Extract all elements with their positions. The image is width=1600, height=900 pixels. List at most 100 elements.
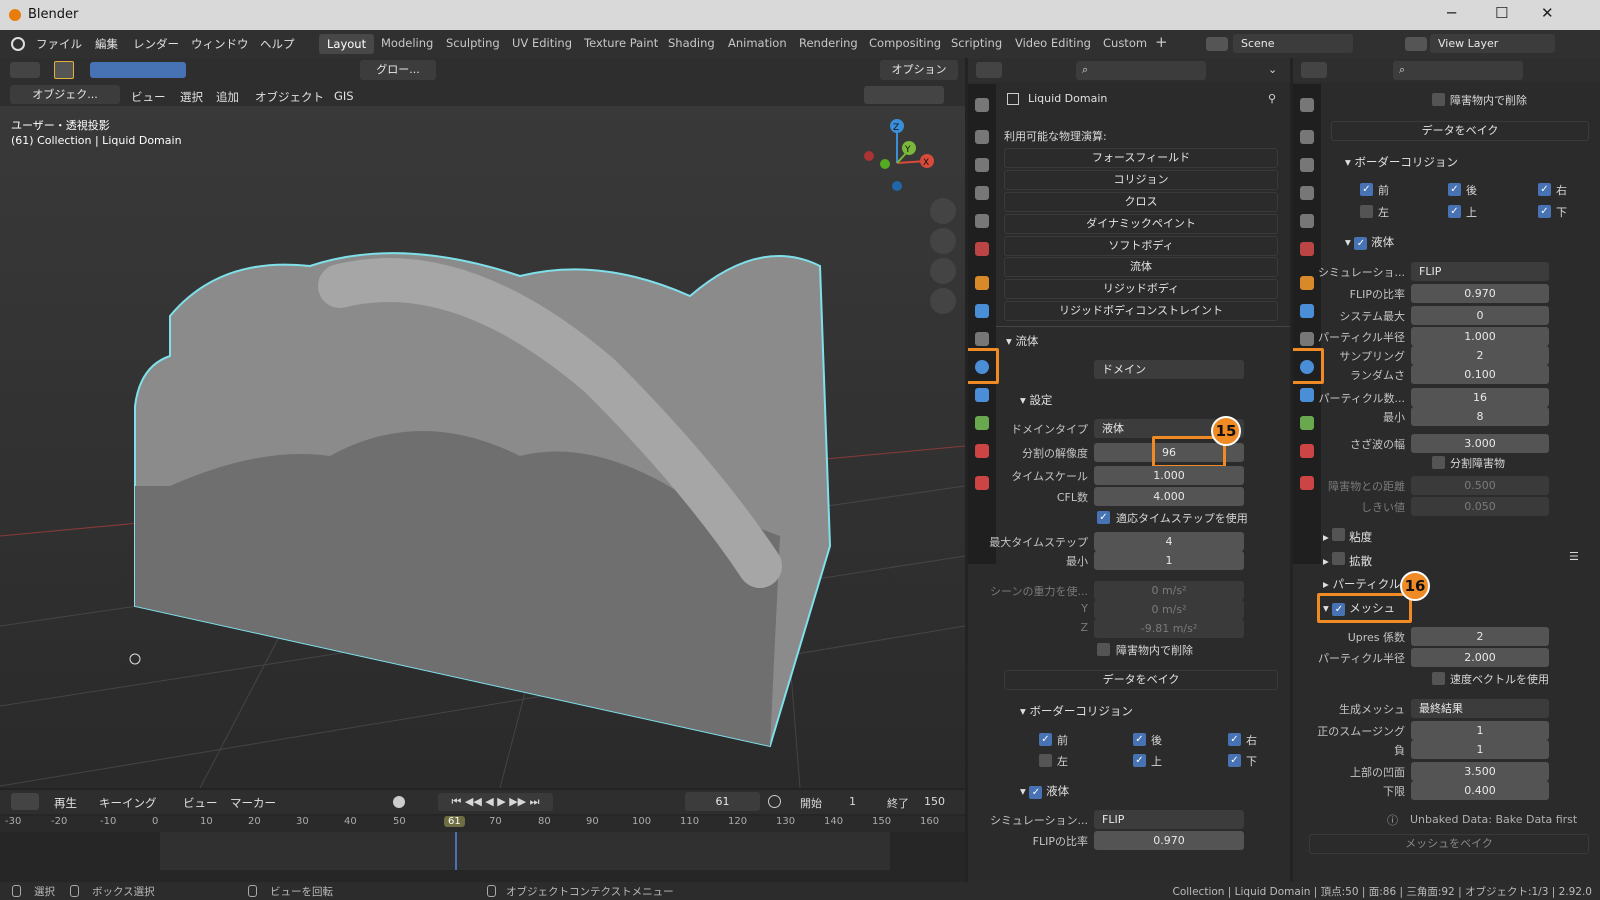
viscosity-subpanel[interactable]: ▸ 粘度 [1323,528,1372,545]
shading-mode-icons[interactable] [864,86,944,104]
object-tab-icon[interactable] [975,276,989,290]
current-frame-field[interactable]: 61 [685,792,760,811]
liquid-subpanel[interactable]: ▾ ✓ 液体 [1345,234,1394,250]
threshold-field[interactable]: 0.050 [1411,497,1549,516]
viewport-3d[interactable]: グロー... オプション オブジェク... ビュー 選択 追加 オブジェクト G… [0,58,965,788]
delete-in-obstacle-checkbox[interactable] [1432,93,1445,106]
settings-subpanel[interactable]: ▾ 設定 [1020,392,1052,408]
start-frame-value[interactable]: 1 [849,795,856,808]
border-back-checkbox[interactable]: ✓ [1448,183,1461,196]
particles-tab-icon[interactable] [975,332,989,346]
max-timestep-field[interactable]: 4 [1094,532,1244,551]
physics-force-field-button[interactable]: フォースフィールド [1004,148,1278,168]
smoothing-negative-field[interactable]: 1 [1411,740,1549,759]
tab-sculpting[interactable]: Sculpting [446,36,500,50]
simulation-method-dropdown[interactable]: FLIP [1411,262,1549,281]
border-left-checkbox[interactable] [1039,754,1052,767]
physics-collision-button[interactable]: コリジョン [1004,170,1278,190]
world-tab-icon[interactable] [975,242,989,256]
constraints-tab-icon[interactable] [975,388,989,402]
use-velocity-checkbox[interactable] [1432,672,1445,685]
physics-dynamic-paint-button[interactable]: ダイナミックペイント [1004,214,1278,234]
select-tool-icon[interactable] [54,61,74,79]
tool-tab-icon[interactable] [975,98,989,112]
border-front-checkbox[interactable]: ✓ [1360,183,1373,196]
view-layer-field[interactable]: View Layer [1430,34,1555,53]
output-tab-icon[interactable] [975,158,989,172]
mode-dropdown[interactable]: オブジェク... [10,85,120,104]
physics-fluid-button[interactable]: 流体 [1004,257,1278,277]
keying-menu[interactable]: キーイング [99,795,157,811]
liquid-subpanel[interactable]: ▾ ✓ 液体 [1020,783,1069,799]
viscosity-checkbox[interactable] [1332,528,1346,541]
border-bottom-checkbox[interactable]: ✓ [1228,754,1241,767]
marker-menu[interactable]: マーカー [230,795,276,811]
fractional-obstacles-checkbox[interactable] [1432,456,1445,469]
menu-view[interactable]: ビュー [131,89,166,105]
editor-type-icon[interactable] [1301,62,1327,78]
border-front-checkbox[interactable]: ✓ [1039,733,1052,746]
tab-layout[interactable]: Layout [319,34,375,54]
smoothing-positive-field[interactable]: 1 [1411,721,1549,740]
cfl-field[interactable]: 4.000 [1094,487,1244,506]
border-top-checkbox[interactable]: ✓ [1448,205,1461,218]
render-tab-icon[interactable] [975,130,989,144]
blender-menu-icon[interactable] [11,37,25,51]
narrow-band-field[interactable]: 3.000 [1411,434,1549,453]
concavity-upper-field[interactable]: 3.500 [1411,762,1549,781]
gravity-y-field[interactable]: 0 m/s² [1094,600,1244,619]
tab-custom[interactable]: Custom [1103,36,1147,50]
add-workspace-icon[interactable]: + [1155,33,1168,51]
time-scale-field[interactable]: 1.000 [1094,466,1244,485]
bake-mesh-button[interactable]: メッシュをベイク [1309,834,1589,854]
output-tab-icon[interactable] [1300,158,1314,172]
border-collision-subpanel[interactable]: ▾ ボーダーコリジョン [1020,703,1133,719]
clock-icon[interactable] [768,795,781,808]
world-tab-icon[interactable] [1300,242,1314,256]
type-dropdown[interactable]: ドメイン [1094,360,1244,379]
select-mode-icons[interactable] [90,62,186,78]
navigation-gizmo[interactable]: Z X Y [855,118,945,208]
liquid-checkbox[interactable]: ✓ [1029,786,1043,799]
tab-compositing[interactable]: Compositing [869,36,941,50]
tab-rendering[interactable]: Rendering [799,36,858,50]
scene-icon[interactable] [1206,37,1228,51]
tab-video-editing[interactable]: Video Editing [1015,36,1091,50]
tab-animation[interactable]: Animation [728,36,787,50]
search-input[interactable] [1393,61,1523,80]
mesh-particle-radius-field[interactable]: 2.000 [1411,648,1549,667]
physics-rigid-body-button[interactable]: リジッドボディ [1004,279,1278,299]
menu-object[interactable]: オブジェクト [255,89,324,105]
gravity-x-field[interactable]: 0 m/s² [1094,581,1244,600]
border-right-checkbox[interactable]: ✓ [1228,733,1241,746]
modifier-tab-icon[interactable] [975,304,989,318]
min-timestep-field[interactable]: 1 [1094,551,1244,570]
pin-icon[interactable]: ⚲ [1268,92,1276,105]
system-max-field[interactable]: 0 [1411,306,1549,325]
delete-in-obstacle-checkbox[interactable] [1097,643,1110,656]
zoom-icon[interactable] [930,198,956,224]
upres-field[interactable]: 2 [1411,627,1549,646]
mesh-generator-dropdown[interactable]: 最終結果 [1411,699,1549,718]
pan-hand-icon[interactable] [930,228,956,254]
menu-render[interactable]: レンダー [133,36,179,52]
menu-help[interactable]: ヘルプ [260,36,295,52]
physics-soft-body-button[interactable]: ソフトボディ [1004,236,1278,256]
playback-controls-icon[interactable]: ⏮ ◀◀ ◀ ▶ ▶▶ ⏭ [438,793,553,811]
timeline-editor-icon[interactable] [11,793,39,810]
border-left-checkbox[interactable] [1360,205,1373,218]
menu-file[interactable]: ファイル [36,36,82,52]
border-back-checkbox[interactable]: ✓ [1133,733,1146,746]
physics-rigid-body-constraint-button[interactable]: リジッドボディコンストレイント [1004,301,1278,321]
camera-view-icon[interactable] [930,258,956,284]
render-tab-icon[interactable] [1300,130,1314,144]
texture-tab-icon[interactable] [975,476,989,490]
concavity-lower-field[interactable]: 0.400 [1411,781,1549,800]
ortho-grid-icon[interactable] [930,288,956,314]
editor-type-icon[interactable] [976,62,1002,78]
obstacle-distance-field[interactable]: 0.500 [1411,476,1549,495]
tool-tab-icon[interactable] [1300,98,1314,112]
particles-subpanel[interactable]: ▸ パーティクル [1323,576,1400,592]
tab-scripting[interactable]: Scripting [951,36,1002,50]
bake-data-button[interactable]: データをベイク [1004,670,1278,690]
